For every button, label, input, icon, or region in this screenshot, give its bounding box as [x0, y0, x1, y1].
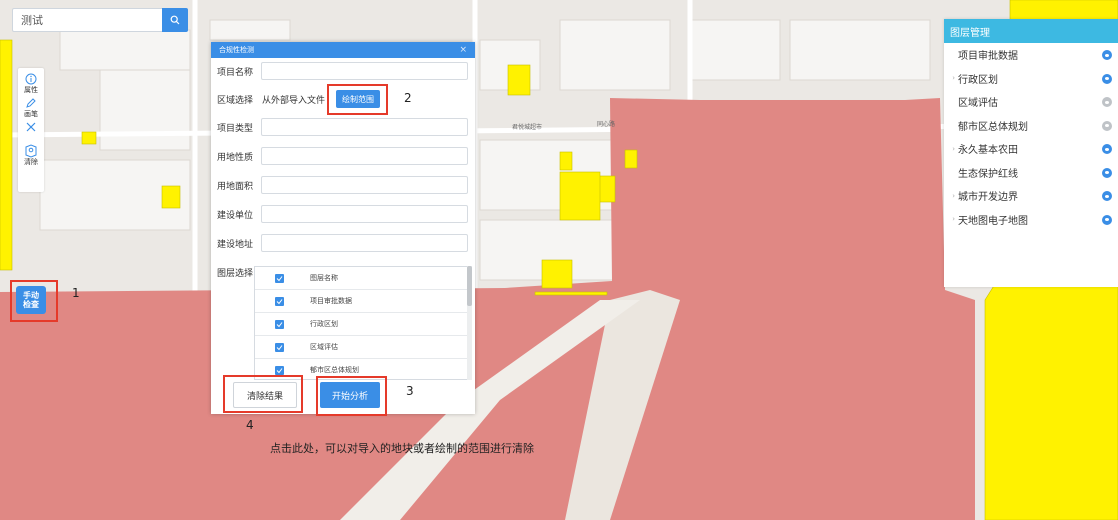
field-label: 建设单位 — [217, 210, 254, 221]
pencil-icon — [24, 96, 38, 110]
instruction-caption: 点击此处，可以对导入的地块或者绘制的范围进行清除 — [270, 442, 534, 455]
layer-label: 郁市区总体规划 — [958, 121, 1028, 133]
project-name-input[interactable] — [261, 62, 468, 80]
annotation-2: 2 — [404, 91, 412, 105]
chevron-right-icon[interactable]: › — [944, 145, 958, 153]
layer-label: 行政区划 — [958, 74, 998, 86]
checkbox[interactable] — [275, 319, 284, 329]
layer-panel-item[interactable]: 生态保护红线 — [944, 161, 1118, 185]
layer-panel-item[interactable]: 项目审批数据 — [944, 43, 1118, 67]
tool-attribute[interactable]: 属性 — [24, 72, 38, 96]
field-label: 用地性质 — [217, 152, 254, 163]
builder-input[interactable] — [261, 205, 468, 223]
layer-name: 行政区划 — [310, 320, 338, 328]
layer-label: 区域评估 — [958, 98, 998, 110]
row-address: 建设地址 — [217, 234, 468, 252]
eye-icon[interactable] — [1102, 214, 1112, 225]
field-label: 项目类型 — [217, 123, 254, 134]
row-land-area: 用地面积 — [217, 176, 468, 194]
import-file-link[interactable]: 从外部导入文件 — [262, 93, 325, 106]
layer-label: 天地图电子地图 — [958, 215, 1028, 227]
scroll-thumb[interactable] — [467, 266, 472, 306]
layer-name: 项目审批数据 — [310, 297, 352, 305]
layer-panel-item[interactable]: 区域评估 — [944, 90, 1118, 114]
layer-management-panel: 图层管理 项目审批数据 › 行政区划 区域评估 郁市区总体规划 › 永久基本农田… — [944, 19, 1118, 287]
field-label: 用地面积 — [217, 181, 254, 192]
field-label: 建设地址 — [217, 239, 254, 250]
annotation-1: 1 — [72, 286, 80, 300]
dialog-title: 合规性检测 — [219, 46, 254, 54]
layer-panel-item[interactable]: › 行政区划 — [944, 67, 1118, 91]
layer-select: 图层选择 图层名称 项目审批数据 行政区划 区域评估 郁市区总体规划 — [217, 266, 470, 380]
highlight-box-3 — [316, 376, 387, 416]
highlight-box-2 — [327, 84, 388, 115]
highlight-box-1 — [10, 280, 58, 322]
row-land-nature: 用地性质 — [217, 147, 468, 165]
eye-icon[interactable] — [1102, 144, 1112, 154]
layer-panel-item[interactable]: › 天地图电子地图 — [944, 208, 1118, 232]
row-builder: 建设单位 — [217, 205, 468, 223]
search-icon — [170, 15, 180, 25]
tool-label: 属性 — [24, 86, 38, 94]
search-button[interactable] — [162, 8, 188, 32]
map-label-road: 同心路 — [597, 120, 615, 128]
layer-label: 永久基本农田 — [958, 145, 1018, 157]
checkbox[interactable] — [275, 273, 284, 283]
layer-name: 郁市区总体规划 — [310, 366, 359, 374]
tool-pencil[interactable]: 画笔 — [24, 96, 38, 120]
layer-panel-item[interactable]: 郁市区总体规划 — [944, 114, 1118, 138]
layer-list-scrollbar[interactable] — [467, 266, 472, 380]
layer-item[interactable]: 区域评估 — [255, 336, 469, 359]
left-toolbar: 属性 画笔 清除 — [18, 68, 44, 192]
layer-name: 区域评估 — [310, 343, 338, 351]
field-label: 项目名称 — [217, 67, 254, 78]
row-project-name: 项目名称 — [217, 62, 468, 80]
chevron-right-icon[interactable]: › — [944, 192, 958, 200]
eye-icon[interactable] — [1102, 73, 1112, 84]
search-bar — [12, 8, 188, 32]
tool-cross[interactable] — [24, 120, 38, 144]
layer-panel-title: 图层管理 — [944, 19, 1118, 43]
layer-item[interactable]: 行政区划 — [255, 313, 469, 336]
map-label-place: 君悦城超市 — [512, 123, 542, 131]
project-type-input[interactable] — [261, 118, 468, 136]
layer-panel-item[interactable]: › 城市开发边界 — [944, 184, 1118, 208]
close-icon[interactable]: × — [459, 45, 467, 55]
info-icon — [24, 72, 38, 86]
layer-label: 城市开发边界 — [958, 192, 1018, 204]
land-nature-input[interactable] — [261, 147, 468, 165]
layer-label: 生态保护红线 — [958, 168, 1018, 180]
layer-checkbox-list: 图层名称 项目审批数据 行政区划 区域评估 郁市区总体规划 — [254, 266, 470, 380]
layer-item[interactable]: 图层名称 — [255, 267, 469, 290]
eye-icon[interactable] — [1102, 191, 1112, 201]
search-input[interactable] — [12, 8, 162, 32]
eye-icon[interactable] — [1102, 167, 1112, 178]
row-project-type: 项目类型 — [217, 118, 468, 136]
checkbox[interactable] — [275, 296, 284, 306]
layer-item[interactable]: 项目审批数据 — [255, 290, 469, 313]
cross-icon — [24, 120, 38, 134]
field-label: 区域选择 — [217, 95, 254, 106]
annotation-3: 3 — [406, 384, 414, 398]
annotation-4: 4 — [246, 418, 254, 432]
tool-label: 画笔 — [24, 110, 38, 118]
highlight-box-4 — [223, 375, 303, 413]
layer-name: 图层名称 — [310, 274, 338, 282]
layer-label: 项目审批数据 — [958, 51, 1018, 63]
checkbox[interactable] — [275, 365, 284, 375]
checkbox[interactable] — [275, 342, 284, 352]
layer-panel-item[interactable]: › 永久基本农田 — [944, 137, 1118, 161]
land-area-input[interactable] — [261, 176, 468, 194]
tool-map-pin[interactable]: 清除 — [24, 144, 38, 168]
eye-off-icon[interactable] — [1102, 120, 1112, 131]
tool-label: 清除 — [24, 158, 38, 166]
map-pin-icon — [24, 144, 38, 158]
dialog-header: 合规性检测 × — [211, 42, 475, 58]
chevron-right-icon[interactable]: › — [944, 215, 958, 223]
chevron-right-icon[interactable]: › — [944, 74, 958, 82]
eye-off-icon[interactable] — [1102, 97, 1112, 107]
address-input[interactable] — [261, 234, 468, 252]
eye-icon[interactable] — [1102, 50, 1112, 60]
